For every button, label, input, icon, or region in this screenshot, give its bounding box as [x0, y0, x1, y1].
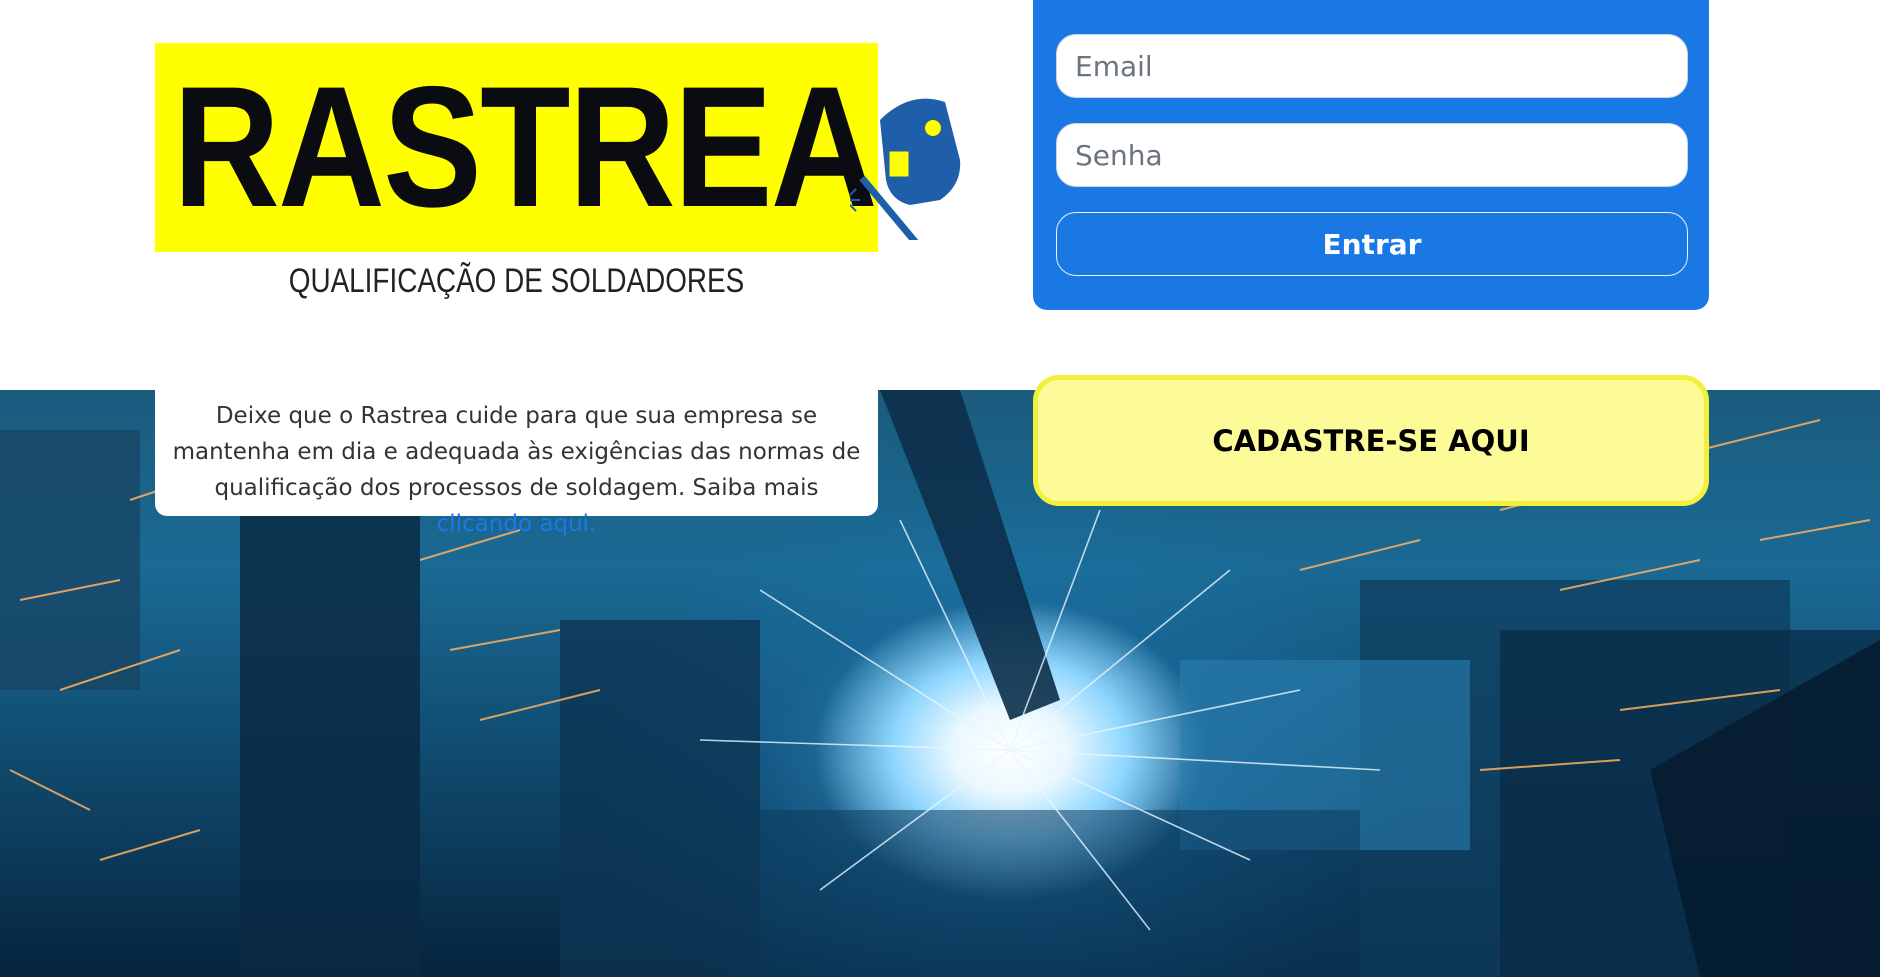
login-button[interactable]: Entrar — [1056, 212, 1688, 276]
login-form: Entrar — [1033, 0, 1709, 310]
email-input[interactable] — [1056, 34, 1688, 98]
logo-wordmark: RASTREA — [173, 51, 878, 243]
intro-card: Deixe que o Rastrea cuide para que sua e… — [155, 390, 878, 537]
intro-text: Deixe que o Rastrea cuide para que sua e… — [172, 403, 861, 501]
learn-more-link[interactable]: clicando aqui. — [437, 511, 597, 537]
welding-helmet-icon — [850, 98, 961, 240]
rastrea-logo: RASTREA — [155, 43, 961, 252]
logo-tagline: QUALIFICAÇÃO DE SOLDADORES — [288, 262, 745, 300]
register-button[interactable]: CADASTRE-SE AQUI — [1033, 375, 1709, 506]
password-input[interactable] — [1056, 123, 1688, 187]
